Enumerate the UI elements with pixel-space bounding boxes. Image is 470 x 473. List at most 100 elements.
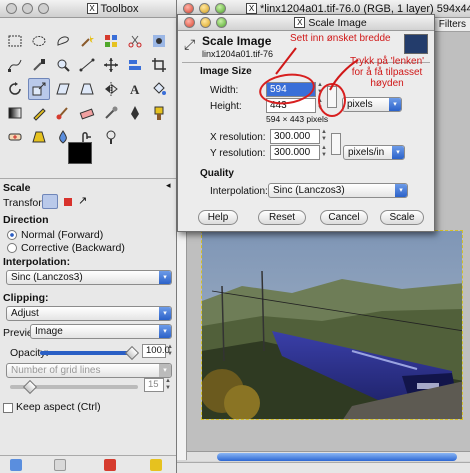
close-button[interactable] (183, 3, 194, 14)
minimize-button[interactable] (199, 3, 210, 14)
ellipse-select-icon[interactable] (28, 30, 50, 52)
chevron-down-icon: ▾ (159, 325, 171, 338)
reset-button[interactable]: Reset (258, 210, 306, 225)
zoom-button[interactable] (38, 3, 49, 14)
yres-input[interactable]: 300.000 (270, 145, 320, 160)
move-icon[interactable] (100, 54, 122, 76)
foreground-select-icon[interactable] (148, 30, 170, 52)
text-icon[interactable]: A (124, 78, 146, 100)
image-title: X *linx1204a01.tif-76.0 (RGB, 1 layer) 59… (226, 3, 470, 15)
blend-icon[interactable] (4, 102, 26, 124)
close-button[interactable] (184, 17, 195, 28)
airbrush-icon[interactable] (100, 102, 122, 124)
clipping-select[interactable]: Adjust ▾ (6, 306, 172, 321)
keep-aspect-label: Keep aspect (Ctrl) (16, 401, 101, 413)
free-select-icon[interactable] (52, 30, 74, 52)
crop-icon[interactable] (148, 54, 170, 76)
zoom-button[interactable] (216, 17, 227, 28)
pencil-icon[interactable] (28, 102, 50, 124)
bucket-fill-icon[interactable] (148, 78, 170, 100)
xres-spinner[interactable]: ▲ ▼ (320, 129, 328, 143)
paths-icon[interactable] (4, 54, 26, 76)
interp-select[interactable]: Sinc (Lanczos3) ▾ (268, 183, 408, 198)
rotate-icon[interactable] (4, 78, 26, 100)
chevron-down-icon: ▾ (159, 364, 171, 377)
resolution-chain-icon[interactable] (331, 133, 341, 155)
cancel-button[interactable]: Cancel (320, 210, 368, 225)
image-title-text: *linx1204a01.tif-76.0 (RGB, 1 layer) 594… (260, 2, 470, 15)
color-picker-icon[interactable] (28, 54, 50, 76)
dialog-titlebar: X Scale Image (178, 15, 434, 31)
chevron-down-icon: ▾ (395, 184, 407, 197)
transform-selection-icon[interactable] (64, 198, 72, 206)
keep-aspect-checkbox[interactable] (3, 403, 13, 413)
perspective-icon[interactable] (76, 78, 98, 100)
scale-button[interactable]: Scale (380, 210, 424, 225)
paintbrush-icon[interactable] (52, 102, 74, 124)
close-button[interactable] (6, 3, 17, 14)
res-unit-select[interactable]: pixels/in ▾ (343, 145, 405, 160)
direction-normal-radio[interactable] (7, 230, 17, 240)
transform-path-icon[interactable]: ↗ (78, 194, 87, 207)
grid-count-input[interactable]: 15 (144, 378, 164, 392)
fuzzy-select-icon[interactable] (76, 30, 98, 52)
scissors-icon[interactable] (124, 30, 146, 52)
align-icon[interactable] (124, 54, 146, 76)
unit-value: pixels (347, 99, 373, 110)
zoom-button[interactable] (215, 3, 226, 14)
scrollbar-thumb[interactable] (217, 453, 457, 461)
quality-label: Quality (200, 168, 234, 179)
direction-corrective-radio[interactable] (7, 243, 17, 253)
flip-icon[interactable] (100, 78, 122, 100)
unit-select[interactable]: pixels ▾ (342, 97, 402, 112)
fg-bg-colors[interactable] (68, 142, 101, 174)
delete-options-icon[interactable] (104, 459, 116, 471)
opacity-slider-thumb[interactable] (124, 345, 140, 361)
foreground-color-swatch[interactable] (68, 142, 92, 164)
shear-icon[interactable] (52, 78, 74, 100)
reset-options-icon[interactable] (150, 459, 162, 471)
minimize-button[interactable] (200, 17, 211, 28)
preview-select[interactable]: Image ▾ (30, 324, 172, 339)
horizontal-scrollbar[interactable] (187, 451, 470, 461)
opacity-slider-track[interactable] (40, 351, 132, 355)
ink-icon[interactable] (124, 102, 146, 124)
minimize-button[interactable] (22, 3, 33, 14)
rect-select-icon[interactable] (4, 30, 26, 52)
collapse-icon[interactable]: ◂ (166, 180, 171, 191)
interp-value: Sinc (Lanczos3) (273, 185, 345, 196)
chevron-down-icon: ▾ (389, 98, 401, 111)
grid-slider-thumb[interactable] (22, 379, 38, 395)
color-select-icon[interactable] (100, 30, 122, 52)
dodge-burn-icon[interactable] (100, 126, 122, 148)
x11-icon: X (294, 17, 306, 29)
grid-select[interactable]: Number of grid lines ▾ (6, 363, 172, 378)
transform-layer-icon[interactable] (42, 194, 58, 209)
direction-label: Direction (3, 214, 49, 226)
opacity-input[interactable]: 100.0 (142, 344, 170, 358)
yres-spinner[interactable]: ▲ ▼ (320, 145, 328, 159)
size-caption: 594 × 443 pixels (266, 114, 329, 124)
scale-icon[interactable] (28, 78, 50, 100)
menu-filters[interactable]: Filters (439, 19, 466, 30)
measure-icon[interactable] (76, 54, 98, 76)
save-options-icon[interactable] (10, 459, 22, 471)
width-label: Width: (210, 85, 239, 96)
toolbox-titlebar: X Toolbox (0, 0, 176, 18)
dialog-title-text: Scale Image (308, 16, 367, 29)
perspective-clone-icon[interactable] (28, 126, 50, 148)
interpolation-label: Interpolation: (3, 256, 71, 268)
eraser-icon[interactable] (76, 102, 98, 124)
help-button[interactable]: Help (198, 210, 238, 225)
grid-spinner[interactable]: ▲ ▼ (164, 378, 172, 392)
options-footer (0, 455, 176, 473)
xres-input[interactable]: 300.000 (270, 129, 320, 144)
toolbox-title-text: Toolbox (100, 2, 139, 15)
interpolation-select[interactable]: Sinc (Lanczos3) ▾ (6, 270, 172, 285)
restore-options-icon[interactable] (54, 459, 66, 471)
clone-icon[interactable] (148, 102, 170, 124)
heal-icon[interactable] (4, 126, 26, 148)
opacity-spinner[interactable]: ▲ ▼ (166, 344, 174, 358)
zoom-icon[interactable] (52, 54, 74, 76)
image-size-label: Image Size (200, 66, 252, 77)
